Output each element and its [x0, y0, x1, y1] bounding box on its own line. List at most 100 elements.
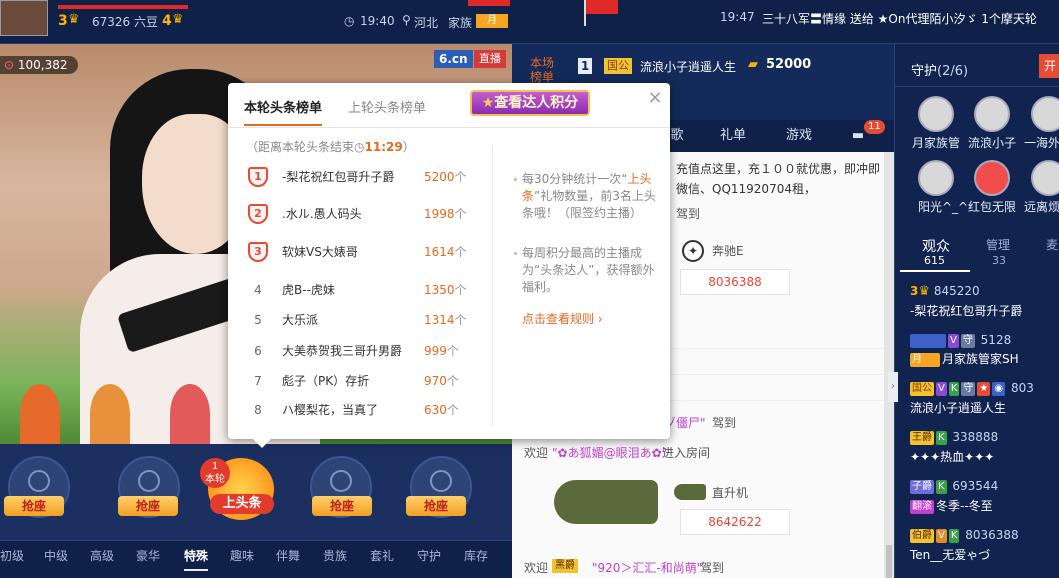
close-icon[interactable]: × [646, 89, 664, 107]
list-item[interactable]: 伯爵 V K 8036388 [910, 528, 1019, 543]
gift-value: 8642622 [680, 509, 790, 535]
guard-avatar[interactable] [974, 160, 1010, 196]
collapse-handle-icon[interactable]: › [888, 372, 898, 402]
guard-avatar[interactable] [974, 96, 1010, 132]
tab-mic[interactable]: 麦 [1046, 236, 1058, 253]
grab-seat-button[interactable]: 抢座 [406, 496, 466, 516]
headline-badge[interactable]: 1 本轮 上头条 [200, 458, 280, 528]
user-name[interactable]: Ten__无爱ゃづ [910, 546, 990, 563]
follow-button[interactable] [468, 0, 510, 6]
chat-promo-line: 充值点这里，充１００就优惠，即冲即 [676, 162, 881, 176]
chat-user-name[interactable]: "920＞汇汇-和尚萌" [592, 559, 702, 576]
list-item[interactable]: 翻滚 冬季--冬至 [910, 497, 993, 514]
rank-value-number: 1350 [424, 283, 455, 297]
rank-user-name[interactable]: 流浪小子逍遥人生 [640, 58, 736, 75]
noble-badge: 黑爵 [552, 559, 578, 573]
tab-games[interactable]: 游戏 [774, 120, 824, 152]
chat-user-name[interactable]: "✿あ狐媚@眼泪あ✿" [552, 444, 667, 461]
noble-badge: 国公 [604, 58, 632, 74]
rank-unit: 个 [454, 245, 467, 259]
list-item[interactable]: V守 5128 [910, 333, 1011, 348]
grab-seat-button[interactable]: 抢座 [312, 496, 372, 516]
user-name[interactable]: -梨花祝红包哥升子爵 [910, 302, 1022, 319]
rank-badge: 1 [248, 167, 268, 187]
open-guard-button[interactable]: 开 [1039, 54, 1059, 78]
tab-gift-list[interactable]: 礼单 [708, 120, 758, 152]
chevron-right-icon: › [594, 312, 603, 326]
guard-count: (2/6) [937, 64, 969, 79]
table-row: 1 -梨花祝红包哥升子爵 5200个 [248, 167, 468, 187]
info-text: 每30分钟统计一次 [522, 172, 622, 186]
guard-name[interactable]: 流浪小子 [968, 134, 1016, 151]
tab-current-headline[interactable]: 本轮头条榜单 [244, 97, 323, 126]
gift-tab[interactable]: 伴舞 [276, 541, 300, 571]
grab-seat-button[interactable]: 抢座 [118, 496, 178, 516]
table-row: 3 软妹VS大婊哥 1614个 [248, 242, 468, 262]
popup-vertical-divider [492, 145, 493, 425]
gift-tab-active[interactable]: 特殊 [184, 541, 209, 571]
guard-avatar[interactable] [1031, 96, 1059, 132]
grab-seat-button[interactable]: 抢座 [4, 496, 64, 516]
list-item[interactable]: 王爵 K 338888 [910, 430, 998, 445]
gift-tab[interactable]: 豪华 [136, 541, 160, 571]
tab-last-headline[interactable]: 上轮头条榜单 [348, 97, 426, 116]
rank-name[interactable]: -梨花祝红包哥升子爵 [282, 167, 394, 187]
countdown-time: 11:29 [364, 140, 403, 154]
table-row: 7 彪子（PK）存折 970个 [248, 371, 468, 391]
k-badge: K [948, 381, 960, 396]
star-badge: ★ [977, 381, 991, 396]
gift-tab[interactable]: 库存 [464, 541, 488, 571]
gift-tab[interactable]: 套礼 [370, 541, 394, 571]
list-item[interactable]: 3♛ 845220 [910, 284, 980, 299]
avatar[interactable] [0, 0, 48, 36]
tab-managers[interactable]: 管理 [986, 236, 1010, 253]
guard-name[interactable]: 月家族管 [912, 134, 960, 151]
chat-scrollbar[interactable] [884, 152, 894, 578]
rank-name[interactable]: 大乐派 [282, 310, 318, 330]
list-item[interactable]: 国公 V K 守 ★ ◉ 803 [910, 381, 1034, 396]
scrollbar-thumb[interactable] [886, 545, 892, 578]
user-name[interactable]: 流浪小子逍遥人生 [910, 399, 1006, 416]
gift-tab[interactable]: 高级 [90, 541, 114, 571]
user-name[interactable]: ✦✦✦热血✦✦✦ [910, 448, 994, 465]
rank-name[interactable]: .水ル.愚人码头 [282, 204, 362, 224]
rank-value: 1998个 [424, 204, 467, 224]
guard-name[interactable]: 红包无限 [968, 198, 1016, 215]
guard-avatar[interactable] [1031, 160, 1059, 196]
list-item[interactable]: 月月家族管家SH [910, 350, 1019, 367]
gift-tab[interactable]: 贵族 [323, 541, 347, 571]
tab-audience[interactable]: 观众 [920, 236, 952, 256]
user-id: 338888 [952, 430, 999, 444]
family-label[interactable]: 家族 [448, 14, 472, 31]
rank-name[interactable]: 软妹VS大婊哥 [282, 242, 358, 262]
guard-name[interactable]: 一海外 [1024, 134, 1059, 151]
car-badge: 11 [864, 120, 885, 134]
gift-tab[interactable]: 初级 [0, 541, 24, 571]
guard-title: 守护(2/6) [911, 60, 968, 79]
view-rules-link[interactable]: 点击查看规则 › [522, 310, 603, 327]
guard-avatar[interactable] [918, 96, 954, 132]
broadcast-ticker: 三十八军〓情缘 送给 ★On代理陌小汐ゞ 1个摩天轮 [762, 12, 1037, 26]
chat-user-name[interactable]: ゾ僵尸" [664, 414, 706, 431]
family-badge: 月 [910, 352, 940, 367]
guard-name[interactable]: 远离烦 [1024, 198, 1059, 215]
rank-name[interactable]: 彪子（PK）存折 [282, 371, 369, 391]
top-bar: 3 ♛ 67326 六豆 4 ♛ ◷ 19:40 ⚲ 河北 家族 月 19:47… [0, 0, 1059, 44]
view-expert-score-button[interactable]: ★查看达人积分 [470, 90, 590, 116]
rank-name[interactable]: 虎B--虎妹 [282, 280, 335, 300]
gift-tab[interactable]: 守护 [417, 541, 441, 571]
guard-badge: 守 [961, 381, 976, 396]
rank-unit: 个 [454, 313, 467, 327]
tab-managers-count: 33 [992, 254, 1006, 267]
gift-tab[interactable]: 中级 [44, 541, 68, 571]
guard-name[interactable]: 阳光^_^ [918, 198, 968, 215]
popup-divider [228, 127, 670, 128]
rank-badge: 3 [248, 242, 268, 262]
gift-tab[interactable]: 趣味 [230, 541, 254, 571]
rank-value-number: 999 [424, 344, 447, 358]
rank-name[interactable]: ハ樱梨花，当真了 [282, 400, 378, 420]
guard-avatar[interactable] [918, 160, 954, 196]
rank-name[interactable]: 大美恭贺我三哥升男爵 [282, 341, 402, 361]
user-id: 8036388 [965, 528, 1019, 542]
list-item[interactable]: 子爵 K 693544 [910, 479, 998, 494]
